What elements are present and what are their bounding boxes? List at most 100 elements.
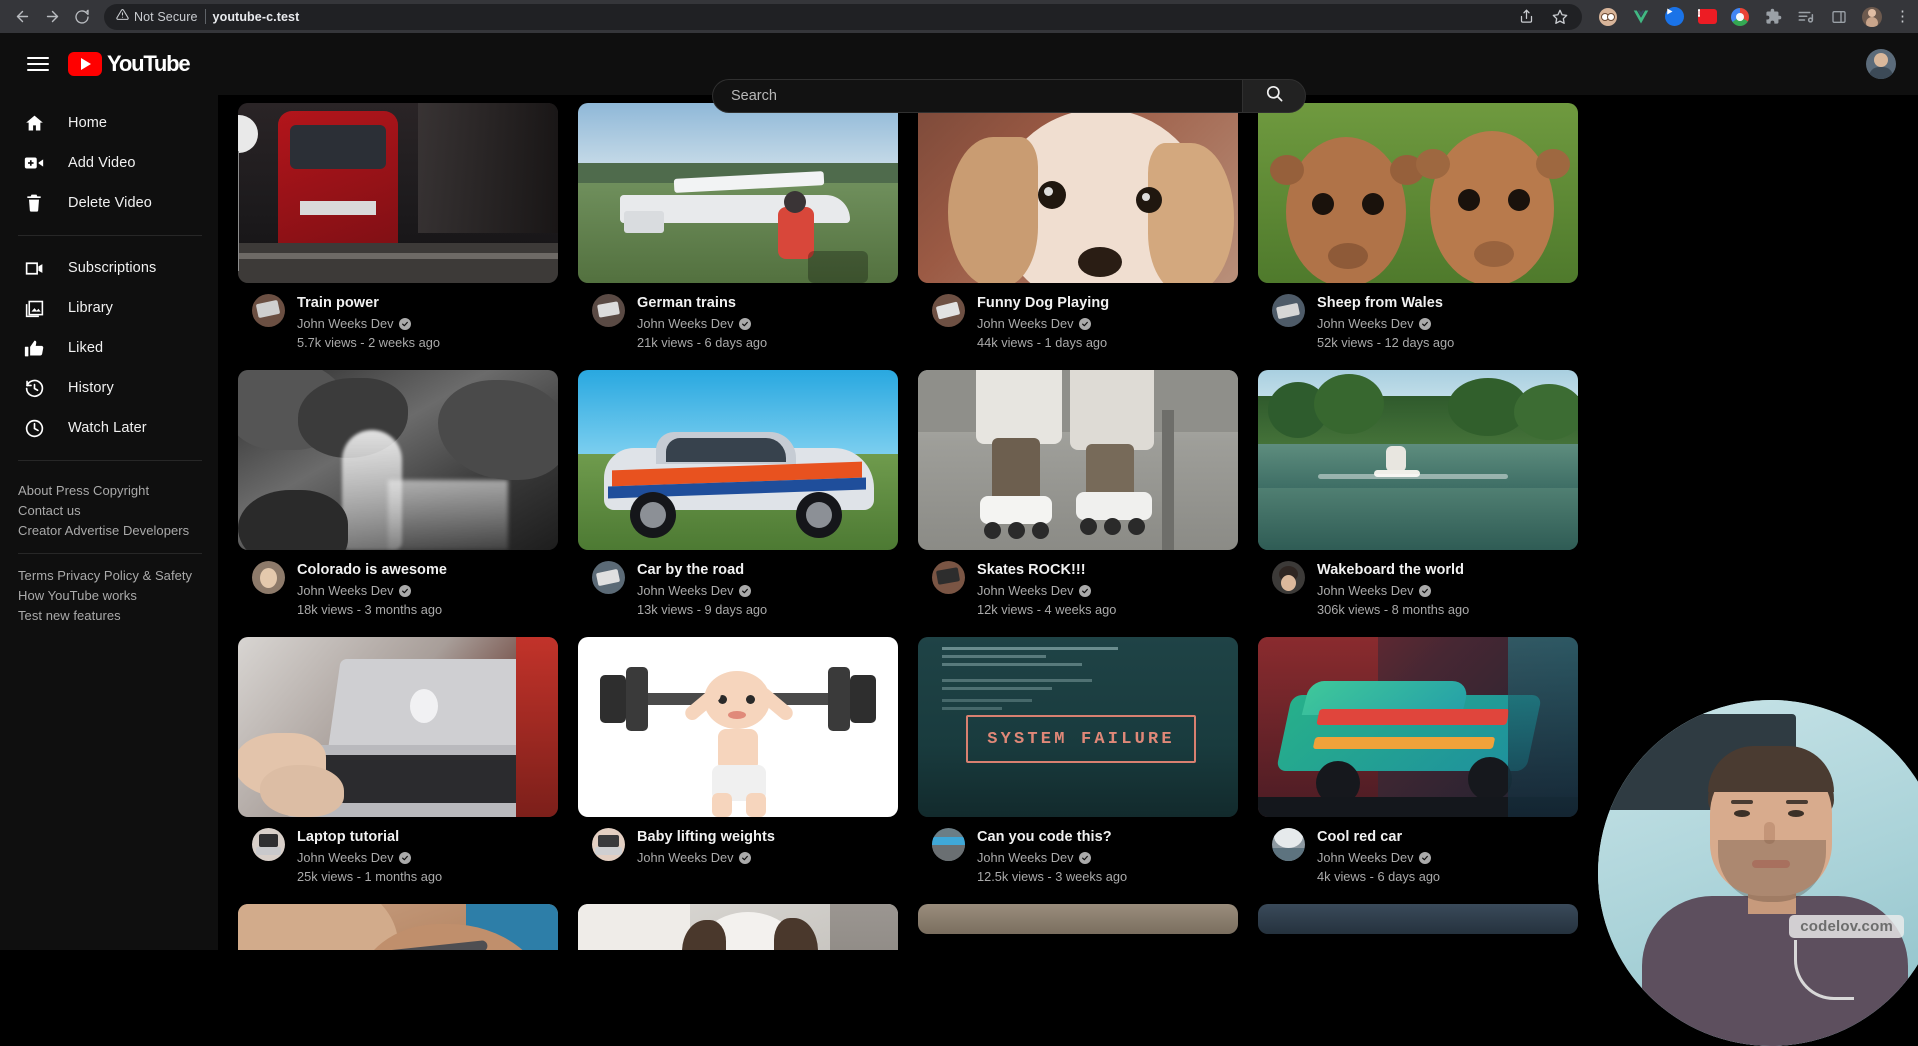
video-channel[interactable]: John Weeks Dev — [297, 848, 442, 867]
video-title[interactable]: Car by the road — [637, 561, 767, 580]
video-thumbnail[interactable] — [238, 637, 558, 817]
video-card[interactable]: Train power John Weeks Dev 5.7k views - … — [238, 103, 558, 352]
channel-avatar[interactable] — [932, 561, 965, 594]
sidebar-item-home[interactable]: Home — [0, 103, 218, 143]
reading-list-icon[interactable] — [1796, 7, 1816, 27]
video-channel[interactable]: John Weeks Dev — [977, 581, 1116, 600]
video-card[interactable]: Wakeboard the world John Weeks Dev 306k … — [1258, 370, 1578, 619]
footer-link[interactable]: Terms Privacy Policy & Safety — [18, 566, 200, 586]
channel-avatar[interactable] — [1272, 294, 1305, 327]
avatar[interactable] — [1866, 49, 1896, 79]
channel-avatar[interactable] — [1272, 828, 1305, 861]
video-channel[interactable]: John Weeks Dev — [297, 581, 447, 600]
video-title[interactable]: Laptop tutorial — [297, 828, 442, 847]
channel-avatar[interactable] — [1272, 561, 1305, 594]
search-input[interactable] — [731, 88, 1242, 104]
channel-avatar[interactable] — [592, 828, 625, 861]
sidebar-item-library[interactable]: Library — [0, 288, 218, 328]
video-title[interactable]: Sheep from Wales — [1317, 294, 1454, 313]
channel-avatar[interactable] — [592, 561, 625, 594]
video-thumbnail[interactable] — [1258, 103, 1578, 283]
video-thumbnail[interactable] — [578, 103, 898, 283]
video-card-partial[interactable] — [918, 904, 1238, 950]
channel-avatar[interactable] — [932, 828, 965, 861]
video-channel[interactable]: John Weeks Dev — [637, 314, 767, 333]
channel-avatar[interactable] — [252, 828, 285, 861]
footer-link[interactable]: How YouTube works — [18, 586, 200, 606]
star-icon[interactable] — [1550, 7, 1570, 27]
sidebar-item-liked[interactable]: Liked — [0, 328, 218, 368]
video-thumbnail[interactable]: SYSTEM FAILURE — [918, 637, 1238, 817]
hamburger-menu-icon[interactable] — [18, 44, 58, 84]
channel-avatar[interactable] — [932, 294, 965, 327]
video-thumbnail[interactable] — [578, 370, 898, 550]
channel-avatar[interactable] — [252, 294, 285, 327]
video-card[interactable]: German trains John Weeks Dev 21k views -… — [578, 103, 898, 352]
video-card[interactable]: Colorado is awesome John Weeks Dev 18k v… — [238, 370, 558, 619]
video-card[interactable]: Skates ROCK!!! John Weeks Dev 12k views … — [918, 370, 1238, 619]
security-indicator[interactable]: Not Secure — [116, 8, 198, 26]
footer-link[interactable]: Test new features — [18, 606, 200, 626]
video-channel[interactable]: John Weeks Dev — [977, 848, 1127, 867]
video-channel[interactable]: John Weeks Dev — [1317, 581, 1469, 600]
forward-arrow-icon[interactable] — [38, 3, 66, 31]
channel-avatar[interactable] — [252, 561, 285, 594]
sidebar-item-add-video[interactable]: Add Video — [0, 143, 218, 183]
video-card-partial[interactable] — [1258, 904, 1578, 950]
channel-avatar[interactable] — [592, 294, 625, 327]
video-channel[interactable]: John Weeks Dev — [977, 314, 1109, 333]
video-thumbnail[interactable] — [1258, 637, 1578, 817]
video-title[interactable]: Baby lifting weights — [637, 828, 775, 847]
back-arrow-icon[interactable] — [8, 3, 36, 31]
video-thumbnail[interactable] — [578, 637, 898, 817]
video-thumbnail[interactable] — [238, 370, 558, 550]
video-card[interactable]: Cool red car John Weeks Dev 4k views - 6… — [1258, 637, 1578, 886]
search-input-container[interactable] — [712, 79, 1242, 113]
video-title[interactable]: Cool red car — [1317, 828, 1440, 847]
vue-devtools-icon[interactable] — [1631, 7, 1651, 27]
video-thumbnail[interactable] — [918, 904, 1238, 934]
side-panel-icon[interactable] — [1829, 7, 1849, 27]
video-card[interactable]: Laptop tutorial John Weeks Dev 25k views… — [238, 637, 558, 886]
video-title[interactable]: Wakeboard the world — [1317, 561, 1469, 580]
footer-link[interactable]: Contact us — [18, 501, 200, 521]
video-title[interactable]: Colorado is awesome — [297, 561, 447, 580]
sidebar-item-history[interactable]: History — [0, 368, 218, 408]
video-thumbnail[interactable] — [578, 904, 898, 950]
video-thumbnail[interactable] — [918, 370, 1238, 550]
video-channel[interactable]: John Weeks Dev — [637, 581, 767, 600]
video-card[interactable]: Baby lifting weights John Weeks Dev — [578, 637, 898, 886]
footer-link[interactable]: Creator Advertise Developers — [18, 521, 200, 541]
share-icon[interactable] — [1516, 7, 1536, 27]
video-title[interactable]: Skates ROCK!!! — [977, 561, 1116, 580]
video-channel[interactable]: John Weeks Dev — [297, 314, 440, 333]
video-card[interactable]: Car by the road John Weeks Dev 13k views… — [578, 370, 898, 619]
video-card[interactable]: Little dog in a jumper John Weeks Dev 12… — [578, 904, 898, 950]
video-title[interactable]: Funny Dog Playing — [977, 294, 1109, 313]
search-submit-button[interactable] — [1242, 79, 1306, 113]
owl-extension-icon[interactable] — [1598, 7, 1618, 27]
footer-link[interactable]: About Press Copyright — [18, 481, 200, 501]
video-thumbnail[interactable] — [1258, 904, 1578, 934]
sidebar-item-watch-later[interactable]: Watch Later — [0, 408, 218, 448]
video-thumbnail[interactable] — [1258, 370, 1578, 550]
video-channel[interactable]: John Weeks Dev — [1317, 848, 1440, 867]
video-card[interactable]: Sheep from Wales John Weeks Dev 52k view… — [1258, 103, 1578, 352]
video-channel[interactable]: John Weeks Dev — [637, 848, 775, 867]
video-title[interactable]: Train power — [297, 294, 440, 313]
profile-avatar-icon[interactable] — [1862, 7, 1882, 27]
puzzle-extensions-icon[interactable] — [1763, 7, 1783, 27]
video-card[interactable]: Amazing Sunrise John Weeks Dev 12k views… — [238, 904, 558, 950]
sidebar-item-delete-video[interactable]: Delete Video — [0, 183, 218, 223]
reload-icon[interactable] — [68, 3, 96, 31]
video-card[interactable]: SYSTEM FAILURE Can you code this? John W… — [918, 637, 1238, 886]
video-channel[interactable]: John Weeks Dev — [1317, 314, 1454, 333]
video-card[interactable]: Funny Dog Playing John Weeks Dev 44k vie… — [918, 103, 1238, 352]
video-title[interactable]: Can you code this? — [977, 828, 1127, 847]
video-thumbnail[interactable] — [918, 103, 1238, 283]
chrome-extension-icon[interactable] — [1730, 7, 1750, 27]
video-thumbnail[interactable] — [238, 904, 558, 950]
red-recorder-extension-icon[interactable] — [1697, 7, 1717, 27]
video-title[interactable]: German trains — [637, 294, 767, 313]
video-thumbnail[interactable] — [238, 103, 558, 283]
